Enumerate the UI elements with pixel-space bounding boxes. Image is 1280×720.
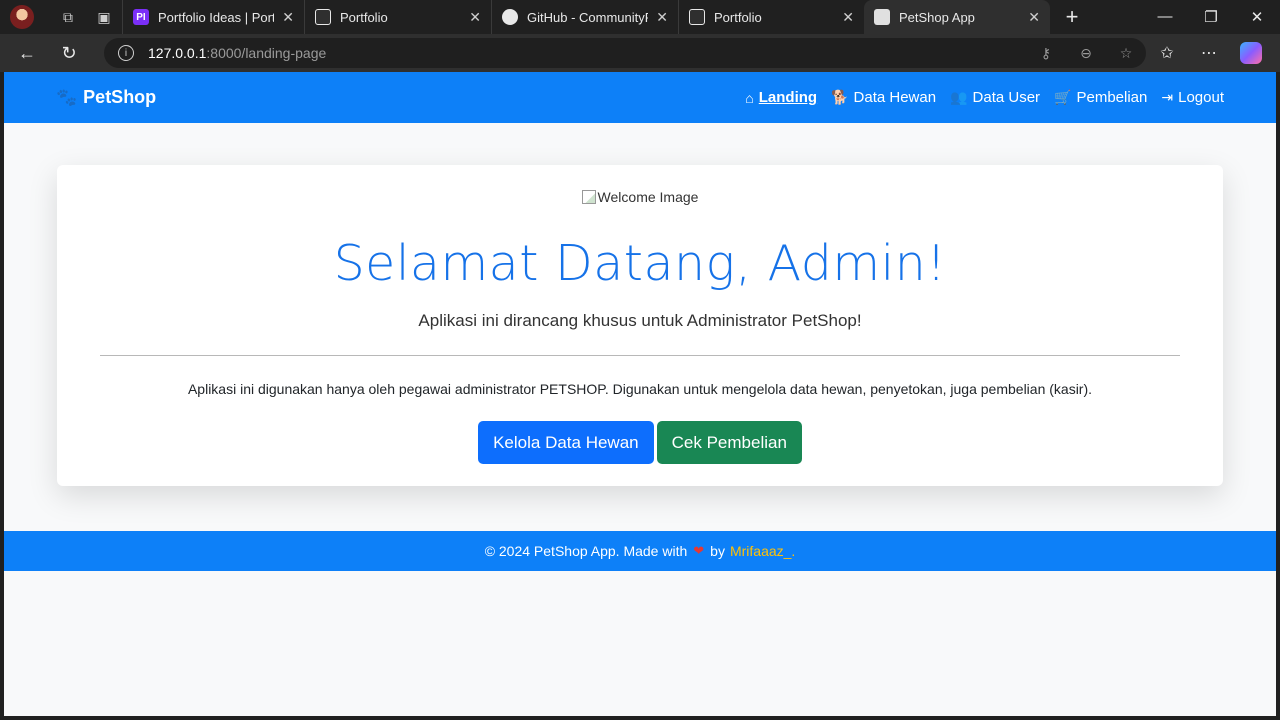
heart-icon: ❤ — [693, 543, 705, 558]
close-tab-icon[interactable]: ✕ — [842, 9, 854, 26]
paw-icon: 🐾 — [56, 87, 78, 107]
kelola-data-hewan-button[interactable]: Kelola Data Hewan — [478, 421, 654, 464]
refresh-icon[interactable]: ↻ — [48, 34, 90, 72]
web-page: 🐾 PetShop ⌂ Landing 🐕 Data Hewan 👥 Data … — [4, 72, 1276, 716]
broken-image-icon — [581, 190, 596, 204]
new-tab-icon[interactable]: + — [1050, 4, 1094, 30]
brand-link[interactable]: 🐾 PetShop — [56, 87, 156, 108]
dog-icon: 🐕 — [831, 89, 849, 105]
hero-buttons: Kelola Data Hewan Cek Pembelian — [57, 421, 1223, 464]
address-bar[interactable]: i 127.0.0.1:8000/landing-page ⚷ ⊖ ☆ — [104, 38, 1146, 68]
footer-by: by — [710, 543, 725, 559]
tab-title: Portfolio — [714, 9, 762, 25]
browser-tab-bar: ⧉ ▣ PI Portfolio Ideas | Portfolio ✕ Por… — [0, 0, 1280, 34]
tab-title: Portfolio — [340, 9, 388, 25]
copilot-icon[interactable] — [1240, 42, 1262, 64]
browser-toolbar: ← ↻ i 127.0.0.1:8000/landing-page ⚷ ⊖ ☆ … — [0, 34, 1280, 72]
tab-actions-icon[interactable]: ▣ — [86, 0, 122, 34]
favorite-star-icon[interactable]: ☆ — [1106, 45, 1146, 62]
nav-item-label: Landing — [758, 89, 818, 106]
profile-avatar[interactable] — [10, 5, 34, 29]
close-tab-icon[interactable]: ✕ — [469, 9, 481, 26]
nav-item-landing[interactable]: ⌂ Landing — [745, 89, 817, 106]
tab-title: PetShop App — [899, 9, 975, 25]
close-window-icon[interactable]: ✕ — [1234, 8, 1280, 26]
hero-description: Aplikasi ini digunakan hanya oleh pegawa… — [187, 381, 1093, 397]
nav-item-label: Data User — [972, 89, 1041, 106]
nav-item-pembelian[interactable]: 🛒 Pembelian — [1054, 89, 1147, 106]
nav-item-label: Data Hewan — [853, 89, 937, 106]
nav-item-data-user[interactable]: 👥 Data User — [950, 89, 1040, 106]
hero-lead: Aplikasi ini dirancang khusus untuk Admi… — [418, 311, 862, 330]
users-icon: 👥 — [950, 89, 968, 105]
welcome-card: Welcome Image Selamat Datang, Admin! Apl… — [57, 165, 1223, 486]
more-options-icon[interactable]: ⋯ — [1188, 43, 1230, 63]
tab-title: GitHub - CommunityPro — [527, 9, 648, 25]
home-icon: ⌂ — [745, 89, 754, 106]
nav-menu: ⌂ Landing 🐕 Data Hewan 👥 Data User 🛒 Pem… — [731, 89, 1224, 106]
zoom-icon[interactable]: ⊖ — [1066, 45, 1106, 62]
site-info-icon[interactable]: i — [118, 45, 134, 61]
browser-tab-portfolio-ideas[interactable]: PI Portfolio Ideas | Portfolio ✕ — [122, 0, 304, 34]
browser-tab-github[interactable]: GitHub - CommunityPro ✕ — [491, 0, 678, 34]
nav-item-data-hewan[interactable]: 🐕 Data Hewan — [831, 89, 936, 106]
footer-copyright: © 2024 PetShop App. Made with — [484, 543, 688, 559]
close-tab-icon[interactable]: ✕ — [656, 9, 668, 26]
browser-tab-petshop[interactable]: PetShop App ✕ — [864, 0, 1050, 34]
welcome-image: Welcome Image — [57, 189, 1223, 205]
nav-item-logout[interactable]: ⇥ Logout — [1161, 89, 1224, 106]
logout-icon: ⇥ — [1161, 89, 1174, 105]
divider — [100, 355, 1180, 356]
url-host: 127.0.0.1 — [148, 45, 207, 61]
cek-pembelian-button[interactable]: Cek Pembelian — [656, 421, 802, 464]
nav-item-label: Logout — [1178, 89, 1224, 106]
nav-item-label: Pembelian — [1076, 89, 1148, 106]
app-footer: © 2024 PetShop App. Made with ❤ by Mrifa… — [4, 531, 1276, 571]
portfolio-favicon-icon — [315, 9, 331, 25]
key-icon[interactable]: ⚷ — [1026, 45, 1066, 62]
author-link[interactable]: Mrifaaaz_. — [730, 543, 795, 559]
welcome-image-alt: Welcome Image — [597, 189, 699, 205]
favorites-icon[interactable]: ✩ — [1146, 43, 1188, 63]
window-controls: — ❐ ✕ — [1142, 8, 1280, 26]
app-navbar: 🐾 PetShop ⌂ Landing 🐕 Data Hewan 👥 Data … — [4, 72, 1276, 123]
petshop-favicon-icon — [874, 9, 890, 25]
back-icon[interactable]: ← — [6, 34, 48, 72]
tab-title: Portfolio Ideas | Portfolio — [158, 9, 275, 25]
portfolio-ideas-favicon-icon: PI — [133, 9, 149, 25]
hero-title: Selamat Datang, Admin! — [333, 235, 947, 292]
github-favicon-icon — [502, 9, 518, 25]
browser-tab-portfolio-2[interactable]: Portfolio ✕ — [678, 0, 864, 34]
restore-icon[interactable]: ❐ — [1188, 8, 1234, 26]
close-tab-icon[interactable]: ✕ — [282, 9, 294, 26]
brand-name: PetShop — [83, 87, 157, 107]
cart-icon: 🛒 — [1054, 89, 1072, 105]
url-path: :8000/landing-page — [206, 45, 327, 61]
portfolio-favicon-icon — [689, 9, 705, 25]
workspaces-icon[interactable]: ⧉ — [50, 0, 86, 34]
minimize-icon[interactable]: — — [1142, 8, 1188, 26]
browser-tab-portfolio[interactable]: Portfolio ✕ — [304, 0, 491, 34]
close-tab-icon[interactable]: ✕ — [1028, 9, 1040, 26]
